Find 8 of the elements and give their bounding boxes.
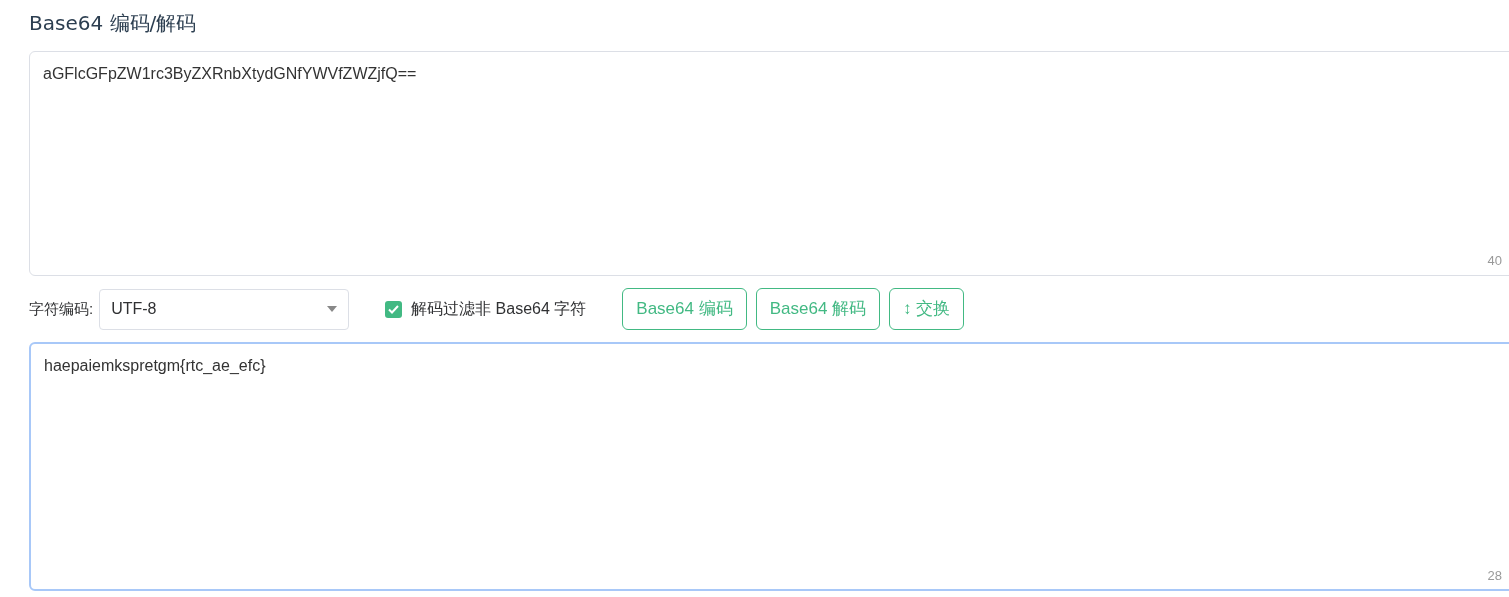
page-title: Base64 编码/解码 xyxy=(29,10,198,37)
check-icon xyxy=(388,304,400,314)
character-count: 28 xyxy=(1487,566,1502,585)
encoding-label: 字符编码: xyxy=(29,298,94,319)
caret-icon xyxy=(327,306,338,312)
filter-checkbox[interactable]: 解码过滤非 Base64 字符 xyxy=(385,297,587,321)
character-count: 40 xyxy=(1487,251,1502,270)
encoding-select[interactable]: UTF-8 xyxy=(99,288,350,330)
